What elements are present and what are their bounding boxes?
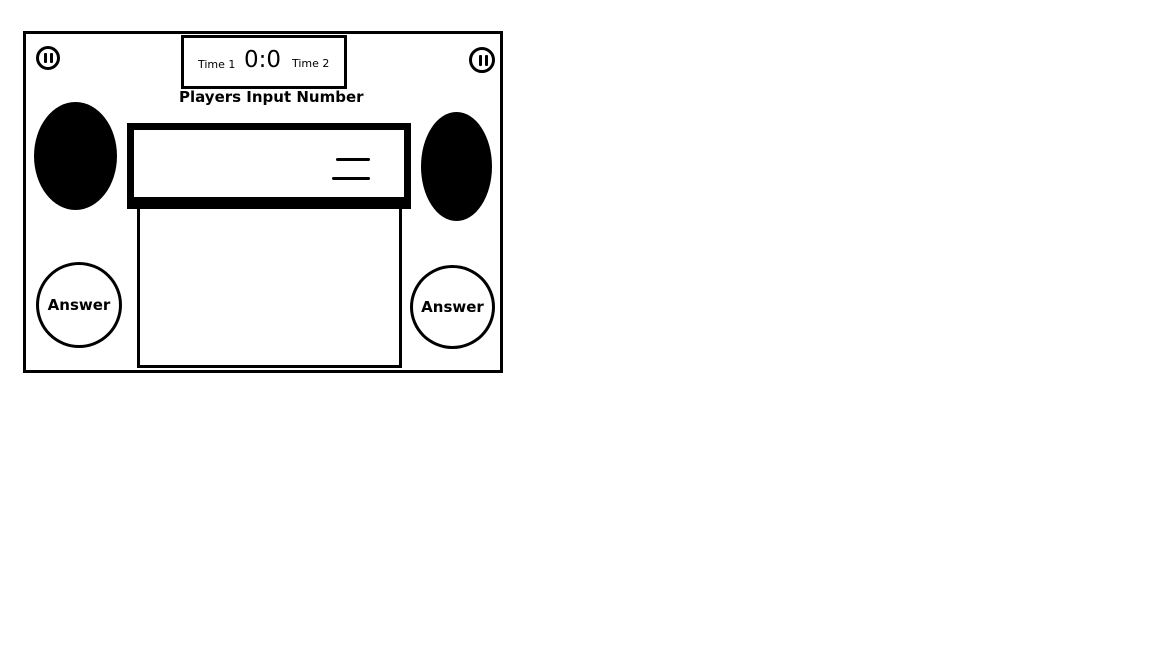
team-2-label: Time 2	[292, 57, 330, 70]
menu-icon[interactable]	[332, 158, 372, 182]
team-1-label: Time 1	[198, 58, 236, 71]
left-pause-icon[interactable]	[36, 46, 60, 70]
left-speaker-icon	[34, 102, 117, 210]
right-speaker-icon	[421, 112, 492, 221]
keypad-panel	[137, 209, 402, 368]
right-answer-button[interactable]: Answer	[410, 265, 495, 349]
input-prompt: Players Input Number	[179, 88, 364, 106]
right-pause-icon[interactable]	[469, 47, 495, 73]
score-display: 0:0	[244, 47, 282, 73]
scoreboard: Time 1 0:0 Time 2	[181, 35, 347, 89]
game-frame: Time 1 0:0 Time 2 Players Input Number A…	[23, 31, 503, 373]
left-answer-button[interactable]: Answer	[36, 262, 122, 348]
